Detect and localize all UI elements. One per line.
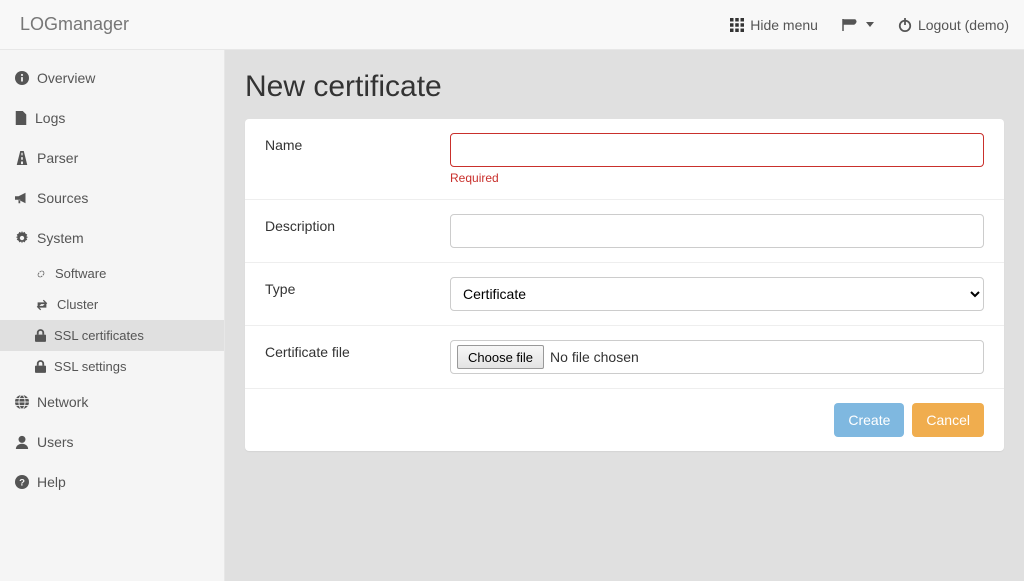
choose-file-button[interactable]: Choose file: [457, 345, 544, 369]
file-status-text: No file chosen: [550, 349, 639, 365]
lock-icon: [35, 329, 46, 342]
panel-footer: Create Cancel: [245, 389, 1004, 451]
sidebar-subitem-cluster[interactable]: Cluster: [0, 289, 224, 320]
label-type: Type: [265, 277, 450, 297]
control-wrap: Required: [450, 133, 984, 185]
sidebar-item-users[interactable]: Users: [0, 422, 224, 462]
sidebar-item-label: Sources: [37, 190, 88, 206]
sidebar-item-label: Overview: [37, 70, 95, 86]
sidebar-item-system[interactable]: System: [0, 218, 224, 258]
file-input-wrap: Choose file No file chosen: [450, 340, 984, 374]
sidebar-item-label: System: [37, 230, 84, 246]
bullhorn-icon: [15, 191, 29, 205]
logout-label: Logout (demo): [918, 17, 1009, 33]
power-icon: [898, 18, 912, 32]
label-name: Name: [265, 133, 450, 153]
sidebar-subitem-software[interactable]: Software: [0, 258, 224, 289]
sidebar-item-network[interactable]: Network: [0, 382, 224, 422]
sidebar-subitem-label: SSL certificates: [54, 328, 144, 343]
form-row-description: Description: [245, 200, 1004, 263]
sidebar: Overview Logs Parser Sources System Soft…: [0, 50, 225, 581]
form-row-file: Certificate file Choose file No file cho…: [245, 326, 1004, 389]
label-file: Certificate file: [265, 340, 450, 360]
layout: Overview Logs Parser Sources System Soft…: [0, 50, 1024, 581]
cancel-button[interactable]: Cancel: [912, 403, 984, 437]
sidebar-subitem-ssl-settings[interactable]: SSL settings: [0, 351, 224, 382]
chevron-down-icon: [866, 22, 874, 27]
sidebar-subitem-label: Cluster: [57, 297, 98, 312]
page-title: New certificate: [245, 70, 1004, 104]
logout-button[interactable]: Logout (demo): [898, 17, 1009, 33]
topbar: LOGmanager Hide menu Logout (demo): [0, 0, 1024, 50]
sidebar-item-label: Users: [37, 434, 74, 450]
control-wrap: Choose file No file chosen: [450, 340, 984, 374]
form-row-type: Type Certificate: [245, 263, 1004, 326]
hide-menu-label: Hide menu: [750, 17, 818, 33]
sidebar-subitem-label: SSL settings: [54, 359, 127, 374]
brand-logo: LOGmanager: [15, 14, 134, 35]
label-description: Description: [265, 214, 450, 234]
sidebar-item-label: Logs: [35, 110, 65, 126]
flag-icon: [842, 19, 858, 31]
sidebar-item-label: Network: [37, 394, 88, 410]
control-wrap: [450, 214, 984, 248]
form-panel: Name Required Description Type Certifica…: [245, 119, 1004, 451]
svg-text:?: ?: [19, 478, 25, 489]
question-circle-icon: ?: [15, 475, 29, 489]
grid-icon: [730, 18, 744, 32]
sidebar-subitem-label: Software: [55, 266, 106, 281]
lock-icon: [35, 360, 46, 373]
sidebar-submenu-system: Software Cluster SSL certificates SSL se…: [0, 258, 224, 382]
sidebar-item-parser[interactable]: Parser: [0, 138, 224, 178]
link-icon: [35, 268, 47, 280]
sidebar-item-help[interactable]: ? Help: [0, 462, 224, 502]
name-error-text: Required: [450, 171, 984, 185]
type-select[interactable]: Certificate: [450, 277, 984, 311]
create-button[interactable]: Create: [834, 403, 904, 437]
form-row-name: Name Required: [245, 119, 1004, 200]
hide-menu-button[interactable]: Hide menu: [730, 17, 818, 33]
control-wrap: Certificate: [450, 277, 984, 311]
retweet-icon: [35, 299, 49, 311]
description-input[interactable]: [450, 214, 984, 248]
road-icon: [15, 151, 29, 165]
sidebar-item-logs[interactable]: Logs: [0, 98, 224, 138]
content-area: New certificate Name Required Descriptio…: [225, 50, 1024, 581]
name-input[interactable]: [450, 133, 984, 167]
file-icon: [15, 111, 27, 125]
info-circle-icon: [15, 71, 29, 85]
sidebar-subitem-ssl-certificates[interactable]: SSL certificates: [0, 320, 224, 351]
sidebar-item-overview[interactable]: Overview: [0, 58, 224, 98]
globe-icon: [15, 395, 29, 409]
sidebar-item-label: Help: [37, 474, 66, 490]
language-flag-dropdown[interactable]: [842, 19, 874, 31]
gear-icon: [15, 231, 29, 245]
sidebar-item-sources[interactable]: Sources: [0, 178, 224, 218]
sidebar-item-label: Parser: [37, 150, 78, 166]
user-icon: [15, 435, 29, 449]
topbar-right: Hide menu Logout (demo): [730, 17, 1009, 33]
